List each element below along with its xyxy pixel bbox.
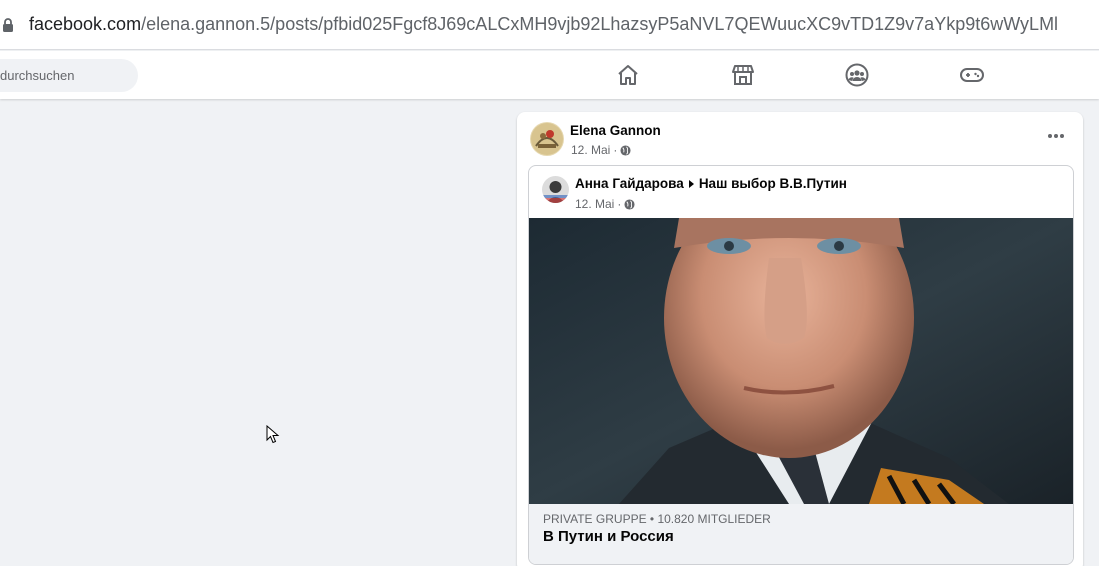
post-card: Elena Gannon 12. Mai · Анна Гайдарова На… <box>517 112 1083 566</box>
url-path: /elena.gannon.5/posts/pfbid025Fgcf8J69cA… <box>141 14 1059 34</box>
post-date[interactable]: 12. Mai <box>571 143 610 157</box>
shared-post[interactable]: Анна Гайдарова Наш выбор В.В.Путин 12. M… <box>528 165 1074 565</box>
search-placeholder: durchsuchen <box>0 68 75 83</box>
mouse-cursor-icon <box>266 425 280 444</box>
groups-icon[interactable] <box>844 63 870 87</box>
url-text[interactable]: facebook.com/elena.gannon.5/posts/pfbid0… <box>29 14 1058 35</box>
gaming-icon[interactable] <box>959 63 985 87</box>
post-meta: 12. Mai · <box>571 143 631 157</box>
post-author-name[interactable]: Elena Gannon <box>570 123 661 138</box>
shared-post-header: Анна Гайдарова Наш выбор В.В.Путин <box>575 176 847 191</box>
home-icon[interactable] <box>615 63 641 87</box>
search-input[interactable]: durchsuchen <box>0 59 138 92</box>
shared-author-avatar[interactable] <box>542 176 569 203</box>
post-photo[interactable] <box>529 218 1073 504</box>
marketplace-icon[interactable] <box>730 63 756 87</box>
more-options-icon[interactable] <box>1046 132 1066 140</box>
globe-icon <box>624 198 635 210</box>
browser-address-bar[interactable]: facebook.com/elena.gannon.5/posts/pfbid0… <box>0 0 1099 50</box>
arrow-right-icon <box>688 179 694 188</box>
url-host: facebook.com <box>29 14 142 34</box>
facebook-top-nav: durchsuchen <box>0 51 1099 99</box>
lock-icon <box>3 18 13 32</box>
meta-separator: · <box>617 197 622 211</box>
group-info-footer[interactable]: PRIVATE GRUPPE • 10.820 MITGLIEDER В Пут… <box>529 504 1073 564</box>
shared-group-name[interactable]: Наш выбор В.В.Путин <box>699 176 847 191</box>
group-title[interactable]: В Путин и Россия <box>543 528 674 545</box>
shared-post-meta: 12. Mai · <box>575 197 635 211</box>
shared-author-name[interactable]: Анна Гайдарова <box>575 176 684 191</box>
shared-post-date[interactable]: 12. Mai <box>575 197 614 211</box>
meta-separator: · <box>613 143 618 157</box>
group-privacy-members: PRIVATE GRUPPE • 10.820 MITGLIEDER <box>543 512 771 526</box>
author-avatar[interactable] <box>530 122 564 156</box>
globe-icon <box>620 144 631 156</box>
